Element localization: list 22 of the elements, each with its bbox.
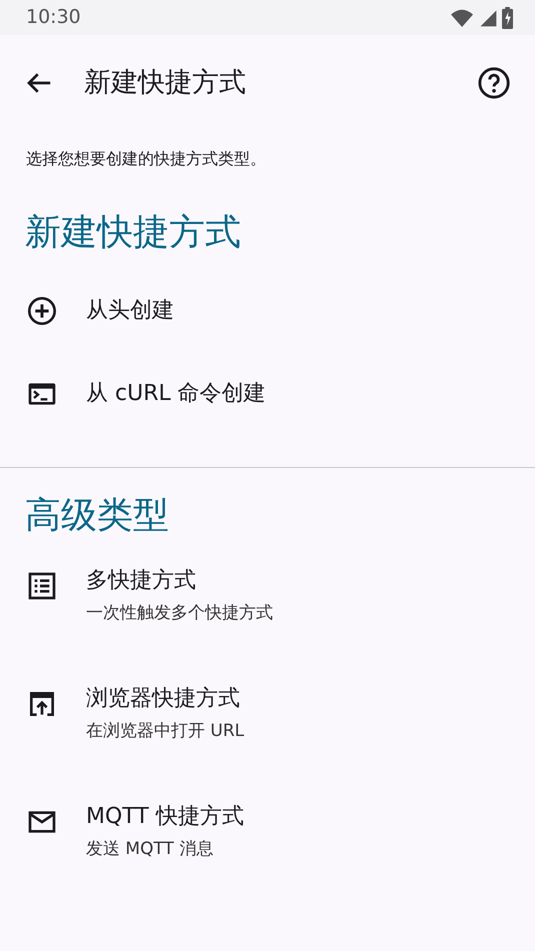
- item-title: 多快捷方式: [86, 567, 197, 595]
- item-title: 从头创建: [86, 296, 174, 324]
- list-icon: [26, 570, 58, 602]
- add-circle-icon: [26, 294, 58, 326]
- help-icon[interactable]: [477, 66, 511, 100]
- list-item[interactable]: 从 cURL 命令创建: [0, 352, 535, 435]
- item-title: MQTT 快捷方式: [86, 803, 244, 831]
- item-subtitle: 发送 MQTT 消息: [86, 838, 214, 861]
- list-item[interactable]: MQTT 快捷方式 发送 MQTT 消息: [0, 788, 535, 906]
- list-item[interactable]: 从头创建: [0, 269, 535, 352]
- item-subtitle: 在浏览器中打开 URL: [86, 720, 244, 743]
- list-item[interactable]: 浏览器快捷方式 在浏览器中打开 URL: [0, 670, 535, 788]
- battery-icon: [502, 6, 513, 28]
- item-subtitle: 一次性触发多个快捷方式: [86, 602, 273, 625]
- section-heading: 高级类型: [25, 494, 169, 538]
- section-heading: 新建快捷方式: [25, 211, 241, 255]
- list-item[interactable]: 多快捷方式 一次性触发多个快捷方式: [0, 552, 535, 670]
- item-title: 从 cURL 命令创建: [86, 380, 266, 408]
- clock: 10:30: [26, 5, 81, 30]
- item-title: 浏览器快捷方式: [86, 685, 241, 713]
- page-title: 新建快捷方式: [84, 66, 247, 100]
- description-text: 选择您想要创建的快捷方式类型。: [25, 148, 267, 170]
